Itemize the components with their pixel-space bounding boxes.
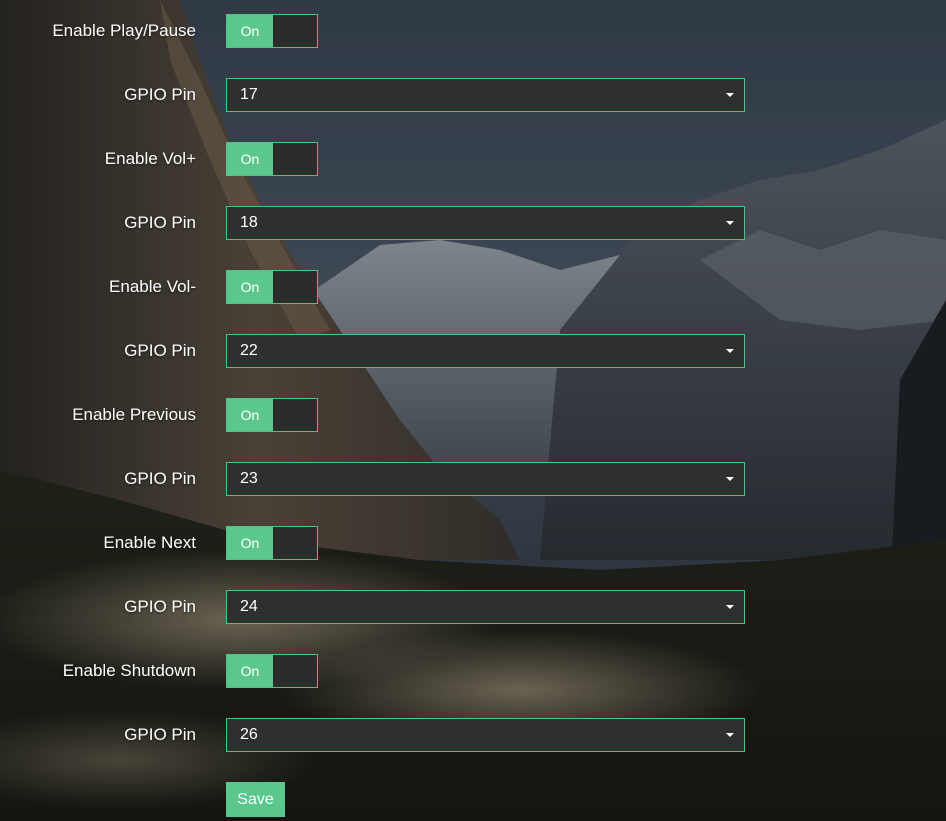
chevron-down-icon bbox=[726, 477, 734, 481]
select-value: 24 bbox=[240, 598, 258, 615]
enable-play-pause-row: Enable Play/Pause On bbox=[0, 14, 946, 48]
gpio-pin-play-pause-row: GPIO Pin 17 bbox=[0, 78, 946, 112]
toggle-on-label: On bbox=[227, 271, 273, 303]
gpio-pin-vol-up-row: GPIO Pin 18 bbox=[0, 206, 946, 240]
enable-vol-down-toggle[interactable]: On bbox=[226, 270, 318, 304]
gpio-pin-label: GPIO Pin bbox=[124, 213, 196, 232]
enable-previous-label: Enable Previous bbox=[72, 405, 196, 424]
gpio-pin-vol-down-select[interactable]: 22 bbox=[226, 334, 745, 368]
gpio-pin-vol-down-row: GPIO Pin 22 bbox=[0, 334, 946, 368]
select-value: 26 bbox=[240, 726, 258, 743]
chevron-down-icon bbox=[726, 605, 734, 609]
enable-vol-up-label: Enable Vol+ bbox=[104, 149, 196, 168]
enable-next-label: Enable Next bbox=[103, 533, 196, 552]
toggle-knob bbox=[273, 399, 317, 431]
toggle-knob bbox=[273, 527, 317, 559]
enable-shutdown-label: Enable Shutdown bbox=[62, 661, 196, 680]
toggle-knob bbox=[273, 271, 317, 303]
gpio-pin-next-select[interactable]: 24 bbox=[226, 590, 745, 624]
gpio-pin-previous-row: GPIO Pin 23 bbox=[0, 462, 946, 496]
gpio-pin-previous-select[interactable]: 23 bbox=[226, 462, 745, 496]
enable-vol-up-row: Enable Vol+ On bbox=[0, 142, 946, 176]
enable-next-row: Enable Next On bbox=[0, 526, 946, 560]
enable-shutdown-row: Enable Shutdown On bbox=[0, 654, 946, 688]
enable-next-toggle[interactable]: On bbox=[226, 526, 318, 560]
toggle-knob bbox=[273, 15, 317, 47]
gpio-pin-vol-up-select[interactable]: 18 bbox=[226, 206, 745, 240]
enable-vol-up-toggle[interactable]: On bbox=[226, 142, 318, 176]
gpio-pin-shutdown-select[interactable]: 26 bbox=[226, 718, 745, 752]
toggle-on-label: On bbox=[227, 143, 273, 175]
toggle-on-label: On bbox=[227, 15, 273, 47]
enable-vol-down-row: Enable Vol- On bbox=[0, 270, 946, 304]
gpio-pin-label: GPIO Pin bbox=[124, 597, 196, 616]
gpio-pin-label: GPIO Pin bbox=[124, 469, 196, 488]
toggle-on-label: On bbox=[227, 655, 273, 687]
select-value: 22 bbox=[240, 342, 258, 359]
save-button[interactable]: Save bbox=[226, 782, 285, 817]
gpio-pin-play-pause-select[interactable]: 17 bbox=[226, 78, 745, 112]
chevron-down-icon bbox=[726, 93, 734, 97]
chevron-down-icon bbox=[726, 349, 734, 353]
toggle-on-label: On bbox=[227, 399, 273, 431]
select-value: 18 bbox=[240, 214, 258, 231]
gpio-pin-label: GPIO Pin bbox=[124, 85, 196, 104]
enable-vol-down-label: Enable Vol- bbox=[109, 277, 196, 296]
enable-shutdown-toggle[interactable]: On bbox=[226, 654, 318, 688]
gpio-pin-label: GPIO Pin bbox=[124, 725, 196, 744]
enable-play-pause-toggle[interactable]: On bbox=[226, 14, 318, 48]
enable-previous-row: Enable Previous On bbox=[0, 398, 946, 432]
enable-previous-toggle[interactable]: On bbox=[226, 398, 318, 432]
gpio-pin-next-row: GPIO Pin 24 bbox=[0, 590, 946, 624]
gpio-settings-form: Enable Play/Pause On GPIO Pin 17 Enable … bbox=[0, 0, 946, 821]
toggle-on-label: On bbox=[227, 527, 273, 559]
select-value: 23 bbox=[240, 470, 258, 487]
enable-play-pause-label: Enable Play/Pause bbox=[52, 21, 196, 40]
select-value: 17 bbox=[240, 86, 258, 103]
chevron-down-icon bbox=[726, 733, 734, 737]
gpio-pin-shutdown-row: GPIO Pin 26 bbox=[0, 718, 946, 752]
gpio-pin-label: GPIO Pin bbox=[124, 341, 196, 360]
toggle-knob bbox=[273, 143, 317, 175]
toggle-knob bbox=[273, 655, 317, 687]
chevron-down-icon bbox=[726, 221, 734, 225]
